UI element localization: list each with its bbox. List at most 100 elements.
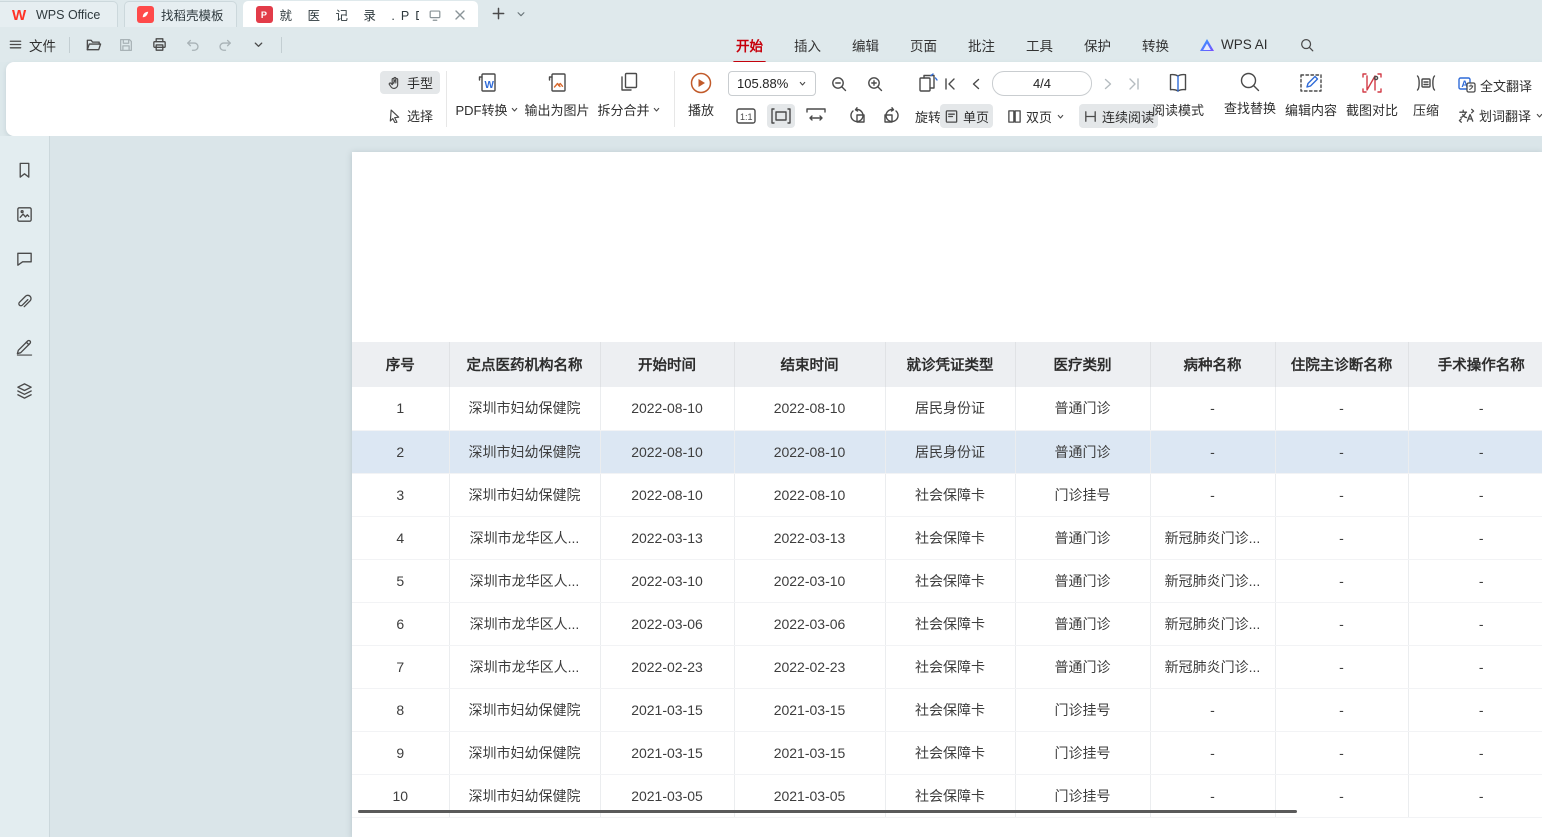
redo-icon[interactable] bbox=[215, 35, 235, 55]
split-merge-label: 拆分合并 bbox=[597, 100, 649, 119]
full-translate-icon: A bbox=[1458, 77, 1476, 93]
thumbnail-icon[interactable] bbox=[13, 202, 37, 226]
tab-wps-office[interactable]: W WPS Office bbox=[0, 1, 118, 27]
table-cell: 深圳市妇幼保健院 bbox=[449, 387, 600, 430]
table-cell: - bbox=[1275, 516, 1408, 559]
left-panel-rail bbox=[0, 136, 50, 837]
next-page-button[interactable] bbox=[1098, 72, 1118, 96]
play-button[interactable]: 播放 bbox=[682, 70, 720, 119]
export-as-image-button[interactable]: 输出为图片 bbox=[524, 70, 590, 119]
hand-tool-button[interactable]: 手型 bbox=[380, 71, 440, 94]
signature-pen-icon[interactable] bbox=[13, 334, 37, 358]
read-mode-button[interactable]: 阅读模式 bbox=[1150, 70, 1206, 119]
menu-tab-convert[interactable]: 转换 bbox=[1141, 33, 1170, 57]
pdf-convert-icon: W bbox=[474, 70, 500, 96]
double-page-button[interactable]: 双页 bbox=[1003, 104, 1069, 128]
layers-icon[interactable] bbox=[13, 378, 37, 402]
table-cell: - bbox=[1275, 731, 1408, 774]
menu-tab-home[interactable]: 开始 bbox=[735, 33, 764, 57]
table-cell: - bbox=[1408, 645, 1542, 688]
zoom-level-select[interactable]: 105.88% bbox=[728, 71, 816, 96]
rotate-right-button[interactable] bbox=[878, 104, 904, 128]
split-merge-button[interactable]: 拆分合并 bbox=[595, 70, 663, 119]
fit-width-button[interactable] bbox=[767, 104, 795, 128]
table-cell: 普通门诊 bbox=[1015, 645, 1150, 688]
table-horizontal-scrollbar[interactable] bbox=[358, 810, 1297, 813]
table-cell: 2022-03-10 bbox=[600, 559, 734, 602]
comment-icon[interactable] bbox=[13, 246, 37, 270]
menu-tab-comment[interactable]: 批注 bbox=[967, 33, 996, 57]
last-page-button[interactable] bbox=[1124, 72, 1144, 96]
select-tool-button[interactable]: 选择 bbox=[380, 104, 440, 127]
table-cell: 普通门诊 bbox=[1015, 602, 1150, 645]
wps-ai-button[interactable]: WPS AI bbox=[1199, 37, 1268, 52]
attachment-icon[interactable] bbox=[13, 290, 37, 314]
actual-size-button[interactable]: 1:1 bbox=[732, 104, 760, 128]
table-cell: - bbox=[1150, 387, 1275, 430]
continuous-reading-button[interactable]: 连续阅读 bbox=[1079, 104, 1158, 128]
hand-icon bbox=[387, 75, 402, 90]
menu-tab-protect[interactable]: 保护 bbox=[1083, 33, 1112, 57]
first-page-button[interactable] bbox=[940, 72, 960, 96]
tab-list-chevron-icon[interactable] bbox=[512, 5, 530, 23]
menu-tab-edit[interactable]: 编辑 bbox=[851, 33, 880, 57]
chevron-down-icon bbox=[1056, 112, 1065, 121]
pdf-page[interactable]: 序号定点医药机构名称开始时间结束时间就诊凭证类型医疗类别病种名称住院主诊断名称手… bbox=[352, 152, 1542, 837]
close-tab-icon[interactable] bbox=[451, 6, 469, 24]
menu-tab-tools[interactable]: 工具 bbox=[1025, 33, 1054, 57]
tab-medical-record-pdf[interactable]: P 就 医 记 录 .PDF bbox=[243, 1, 478, 27]
word-translate-button[interactable]: 划词翻译 bbox=[1454, 103, 1542, 127]
table-cell: 门诊挂号 bbox=[1015, 731, 1150, 774]
table-cell: 2021-03-15 bbox=[734, 688, 885, 731]
tab-docer-templates[interactable]: 找稻壳模板 bbox=[124, 1, 237, 27]
menu-search-icon[interactable] bbox=[1297, 35, 1317, 55]
column-header: 定点医药机构名称 bbox=[449, 342, 600, 387]
menu-bar: 文件 开始 插入 编辑 页面 批注 工具 保护 转换 WPS AI bbox=[0, 27, 1542, 62]
export-image-label: 输出为图片 bbox=[524, 100, 589, 119]
document-area: 序号定点医药机构名称开始时间结束时间就诊凭证类型医疗类别病种名称住院主诊断名称手… bbox=[0, 136, 1542, 837]
continuous-reading-icon bbox=[1083, 109, 1098, 124]
word-translate-icon bbox=[1458, 107, 1475, 124]
compress-button[interactable]: 压缩 bbox=[1407, 70, 1445, 119]
menu-tab-insert[interactable]: 插入 bbox=[793, 33, 822, 57]
customize-quickbar-chevron-icon[interactable] bbox=[248, 35, 268, 55]
save-icon[interactable] bbox=[116, 35, 136, 55]
page-number-input[interactable]: 4/4 bbox=[992, 71, 1092, 96]
table-cell: 2022-03-13 bbox=[734, 516, 885, 559]
table-cell: - bbox=[1408, 387, 1542, 430]
pdf-convert-button[interactable]: W PDF转换 bbox=[454, 70, 520, 119]
new-tab-icon[interactable] bbox=[490, 5, 508, 23]
zoom-out-button[interactable] bbox=[826, 72, 852, 96]
file-menu-button[interactable]: 文件 bbox=[8, 35, 56, 55]
table-cell: 新冠肺炎门诊... bbox=[1150, 516, 1275, 559]
find-replace-icon bbox=[1238, 70, 1262, 94]
screenshot-compare-button[interactable]: 截图对比 bbox=[1344, 70, 1400, 119]
table-cell: 普通门诊 bbox=[1015, 430, 1150, 473]
open-file-icon[interactable] bbox=[83, 35, 103, 55]
tab-label: WPS Office bbox=[36, 8, 100, 22]
bookmark-icon[interactable] bbox=[13, 158, 37, 182]
edit-content-button[interactable]: 编辑内容 bbox=[1283, 70, 1339, 119]
single-page-icon bbox=[944, 109, 959, 124]
menu-tab-page[interactable]: 页面 bbox=[909, 33, 938, 57]
undo-icon[interactable] bbox=[182, 35, 202, 55]
zoom-in-button[interactable] bbox=[862, 72, 888, 96]
table-cell: 9 bbox=[352, 731, 449, 774]
table-cell: 门诊挂号 bbox=[1015, 688, 1150, 731]
full-text-translate-button[interactable]: A 全文翻译 bbox=[1454, 73, 1536, 97]
tab-label: 找稻壳模板 bbox=[161, 5, 224, 24]
monitor-icon[interactable] bbox=[426, 6, 444, 24]
divider bbox=[281, 37, 282, 53]
find-replace-button[interactable]: 查找替换 bbox=[1222, 70, 1278, 117]
fit-page-button[interactable] bbox=[802, 104, 830, 128]
single-page-button[interactable]: 单页 bbox=[940, 104, 993, 128]
rotate-left-button[interactable] bbox=[845, 104, 871, 128]
previous-page-button[interactable] bbox=[966, 72, 986, 96]
svg-text:W: W bbox=[12, 7, 27, 22]
print-icon[interactable] bbox=[149, 35, 169, 55]
table-cell: - bbox=[1275, 430, 1408, 473]
single-page-label: 单页 bbox=[963, 107, 989, 126]
table-cell: 2021-03-15 bbox=[734, 731, 885, 774]
table-cell: 3 bbox=[352, 473, 449, 516]
column-header: 医疗类别 bbox=[1015, 342, 1150, 387]
